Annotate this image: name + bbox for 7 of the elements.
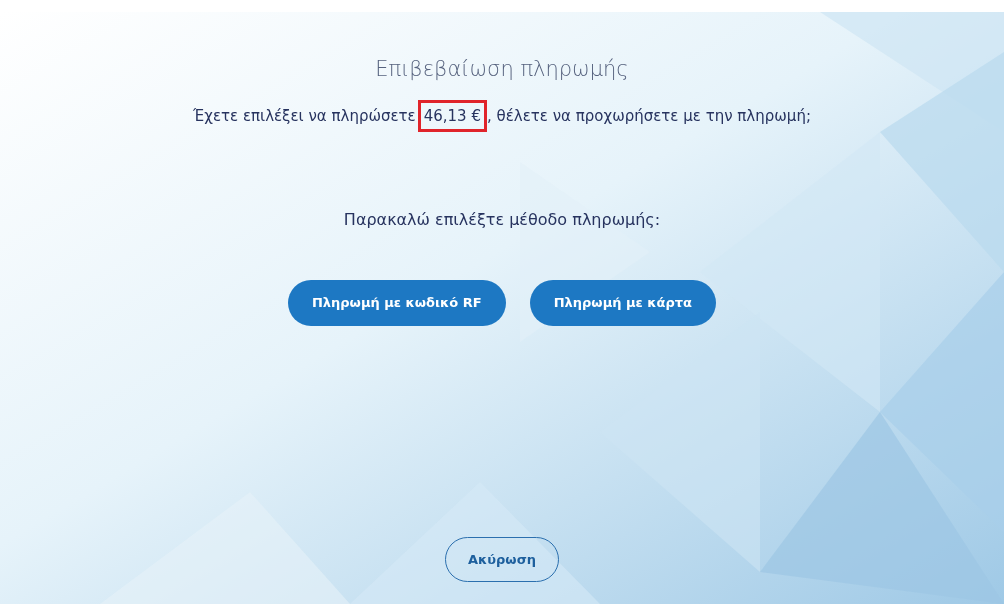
dialog-title: Επιβεβαίωση πληρωμής <box>375 56 629 83</box>
message-text: , θέλετε να προχωρήσετε με την πληρωμή; <box>487 105 811 127</box>
payment-method-button[interactable]: Πληρωμή με κάρτα <box>529 280 717 326</box>
payment-method-button[interactable]: Πληρωμή με κωδικό RF <box>287 280 506 326</box>
message-text: Έχετε επιλέξει να πληρώσετε <box>193 105 416 127</box>
amount-text: 46,13 € <box>417 99 487 132</box>
prompt-text: Παρακαλώ επιλέξτε μέθοδο πληρωμής: <box>343 209 661 231</box>
